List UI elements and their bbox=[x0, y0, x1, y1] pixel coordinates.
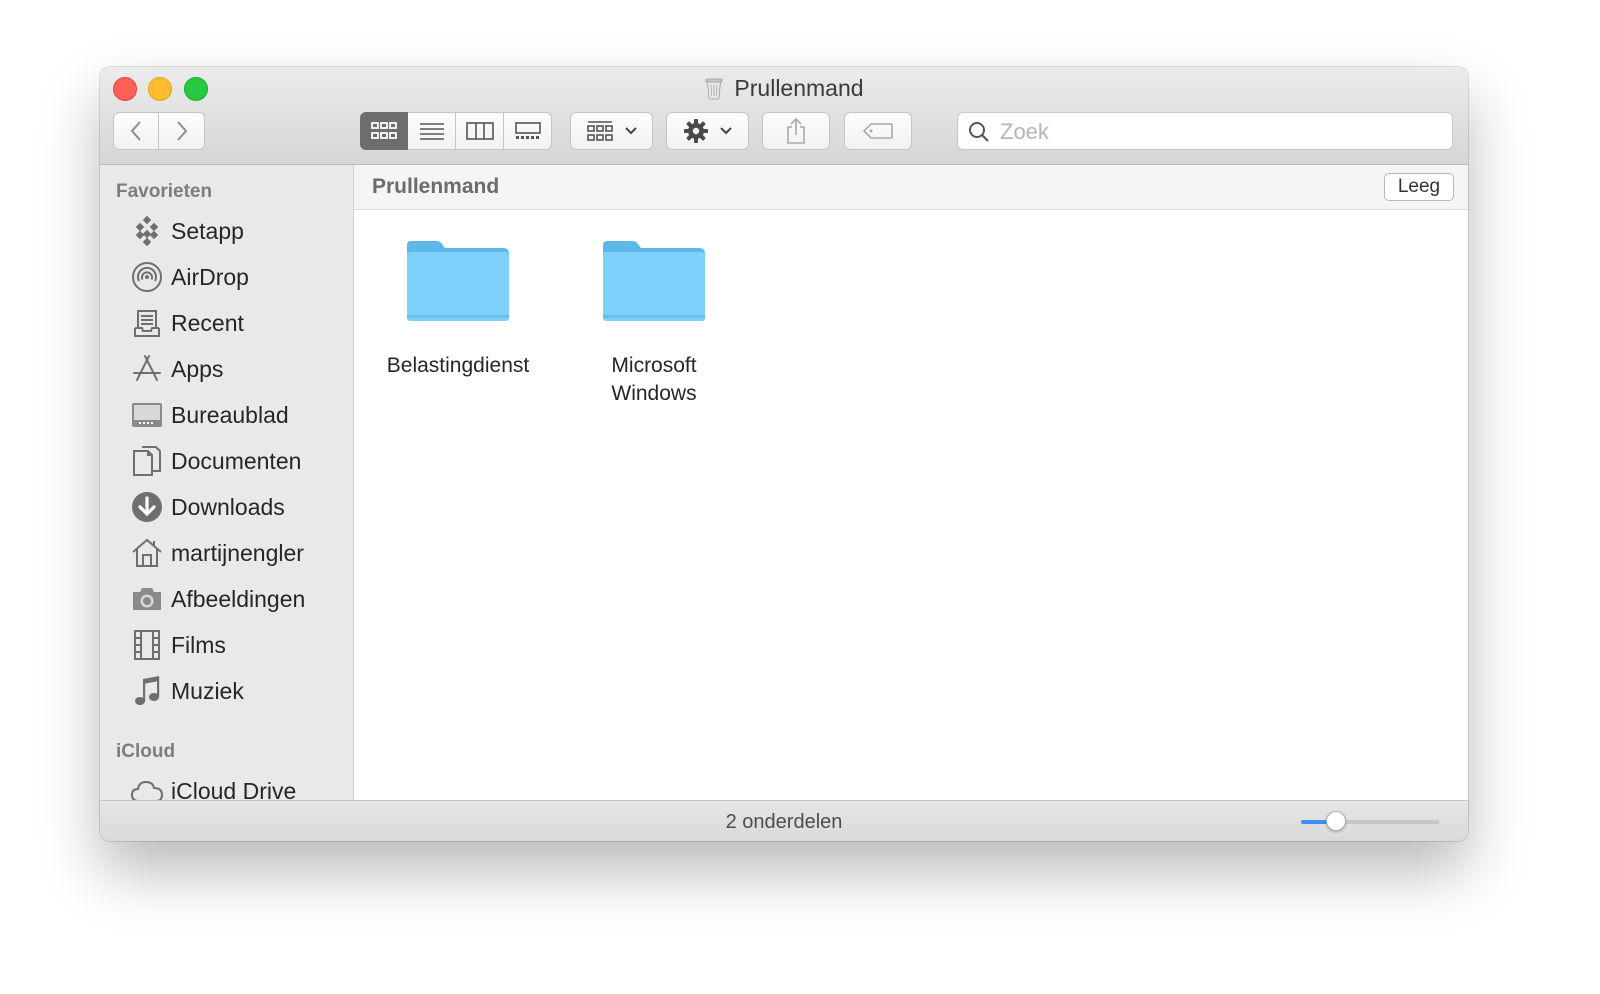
finder-window: Prullenmand Zoek Favorieten Setapp AirDr… bbox=[100, 67, 1468, 841]
sidebar-item-label: iCloud Drive bbox=[171, 777, 297, 801]
view-mode-control bbox=[360, 112, 552, 150]
path-bar: Prullenmand Leeg bbox=[354, 165, 1468, 210]
file-item[interactable]: Microsoft Windows bbox=[564, 235, 744, 408]
file-name: Microsoft Windows bbox=[611, 354, 697, 405]
sidebar-item-label: AirDrop bbox=[171, 263, 249, 290]
sidebar-item-label: Films bbox=[171, 631, 226, 658]
nav-buttons bbox=[113, 112, 205, 150]
sidebar: Favorieten Setapp AirDrop Recent Apps Bu… bbox=[100, 165, 354, 800]
sidebar-item-label: Documenten bbox=[171, 447, 302, 474]
icon-view-icon bbox=[371, 122, 397, 139]
sidebar-item-documents[interactable]: Documenten bbox=[130, 441, 301, 481]
sidebar-item-downloads[interactable]: Downloads bbox=[130, 487, 285, 527]
cloud-icon bbox=[130, 780, 164, 800]
sidebar-item-label: Setapp bbox=[171, 217, 244, 244]
sidebar-item-desktop[interactable]: Bureaublad bbox=[130, 395, 289, 435]
airdrop-icon bbox=[132, 262, 162, 292]
sidebar-item-music[interactable]: Muziek bbox=[130, 671, 244, 711]
recent-icon bbox=[134, 310, 160, 337]
sidebar-section-icloud: iCloud bbox=[116, 741, 176, 762]
sidebar-item-movies[interactable]: Films bbox=[130, 625, 226, 665]
film-icon bbox=[134, 630, 160, 660]
back-button[interactable] bbox=[113, 112, 159, 150]
gallery-view-icon bbox=[514, 122, 541, 139]
file-item[interactable]: Belastingdienst bbox=[368, 235, 548, 380]
folder-icon bbox=[407, 241, 509, 321]
chevron-right-icon bbox=[176, 121, 187, 141]
view-gallery-button[interactable] bbox=[504, 112, 552, 150]
music-icon bbox=[135, 676, 160, 705]
sidebar-section-favorites: Favorieten bbox=[116, 181, 213, 202]
sidebar-item-label: Muziek bbox=[171, 677, 244, 704]
sidebar-item-label: Recent bbox=[171, 309, 244, 336]
slider-knob[interactable] bbox=[1325, 811, 1346, 831]
toolbar: Prullenmand bbox=[100, 67, 1468, 165]
desktop-icon bbox=[132, 403, 162, 427]
sidebar-item-apps[interactable]: Apps bbox=[130, 349, 223, 389]
sidebar-item-label: Downloads bbox=[171, 493, 285, 520]
icon-size-slider[interactable] bbox=[1301, 811, 1439, 831]
sidebar-item-label: Bureaublad bbox=[171, 401, 289, 428]
search-input[interactable] bbox=[998, 117, 1442, 147]
view-columns-button[interactable] bbox=[456, 112, 504, 150]
search-icon bbox=[969, 122, 989, 142]
sidebar-item-pictures[interactable]: Afbeeldingen bbox=[130, 579, 305, 619]
apps-icon bbox=[133, 355, 161, 381]
forward-button[interactable] bbox=[159, 112, 205, 150]
folder-icon bbox=[603, 241, 705, 321]
documents-icon bbox=[133, 446, 161, 476]
chevron-left-icon bbox=[130, 121, 141, 141]
home-icon bbox=[132, 538, 162, 567]
group-by-button[interactable] bbox=[570, 112, 653, 150]
chevron-down-icon bbox=[719, 127, 732, 135]
trash-icon bbox=[706, 78, 723, 100]
sidebar-item-label: martijnengler bbox=[171, 539, 304, 566]
folder-title: Prullenmand bbox=[372, 175, 500, 198]
empty-trash-button[interactable]: Leeg bbox=[1384, 173, 1454, 201]
item-count: 2 onderdelen bbox=[725, 811, 843, 833]
column-view-icon bbox=[465, 122, 494, 140]
search-field[interactable] bbox=[957, 112, 1453, 150]
sidebar-item-icloud-drive[interactable]: iCloud Drive bbox=[130, 771, 296, 800]
file-browser: Prullenmand Leeg Belastingdienst Microso… bbox=[354, 165, 1468, 800]
view-icons-button[interactable] bbox=[360, 112, 408, 150]
window-title: Prullenmand bbox=[734, 75, 864, 101]
tag-icon bbox=[862, 123, 893, 139]
gear-icon bbox=[683, 119, 708, 143]
downloads-icon bbox=[132, 492, 162, 522]
status-bar: 2 onderdelen bbox=[100, 800, 1468, 841]
share-button[interactable] bbox=[762, 112, 830, 150]
list-view-icon bbox=[419, 123, 444, 140]
sidebar-item-airdrop[interactable]: AirDrop bbox=[130, 257, 249, 297]
sidebar-item-label: Afbeeldingen bbox=[171, 585, 306, 612]
sidebar-item-setapp[interactable]: Setapp bbox=[130, 211, 244, 251]
camera-icon bbox=[133, 588, 161, 610]
view-list-button[interactable] bbox=[408, 112, 456, 150]
group-by-icon bbox=[586, 121, 613, 141]
action-menu-button[interactable] bbox=[666, 112, 749, 150]
window-title-area: Prullenmand bbox=[100, 75, 1468, 102]
chevron-down-icon bbox=[624, 127, 637, 135]
sidebar-item-home[interactable]: martijnengler bbox=[130, 533, 304, 573]
tag-button[interactable] bbox=[844, 112, 912, 150]
sidebar-item-label: Apps bbox=[171, 355, 224, 382]
setapp-icon bbox=[135, 216, 159, 246]
share-icon bbox=[787, 117, 805, 144]
file-name: Belastingdienst bbox=[386, 354, 530, 377]
sidebar-item-recent[interactable]: Recent bbox=[130, 303, 244, 343]
